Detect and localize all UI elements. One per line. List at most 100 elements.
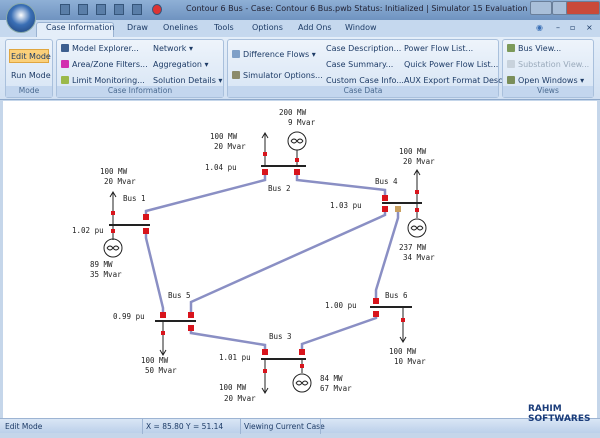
bus-3-name: Bus 3 xyxy=(269,332,292,341)
load-arrow xyxy=(413,169,421,203)
tab-add-ons[interactable]: Add Ons xyxy=(298,23,332,32)
application-menu-button[interactable] xyxy=(6,3,36,33)
load-mvar: 20 Mvar xyxy=(214,142,246,151)
bus-1-name: Bus 1 xyxy=(123,194,146,203)
load-arrow xyxy=(261,132,269,166)
tab-onelines[interactable]: Onelines xyxy=(163,23,198,32)
load-mvar: 20 Mvar xyxy=(403,157,435,166)
bus-2-voltage: 1.04 pu xyxy=(205,163,237,172)
group-case-information: Model Explorer... Area/Zone Filters... L… xyxy=(56,39,224,98)
load-arrow xyxy=(399,307,407,343)
ribbon-close-button[interactable]: × xyxy=(586,23,593,32)
load-mw: 100 MW xyxy=(210,132,238,141)
load-mvar: 20 Mvar xyxy=(104,177,136,186)
title-bar: Contour 6 Bus - Case: Contour 6 Bus.pwb … xyxy=(0,0,600,20)
load-mw: 100 MW xyxy=(141,356,169,365)
load-mvar: 10 Mvar xyxy=(394,357,426,366)
oneline-diagram[interactable]: Bus 1 1.02 pu Bus 2 1.04 pu Bus 5 0.99 p… xyxy=(3,101,597,418)
quick-access-icon[interactable] xyxy=(114,4,124,15)
custom-case-info-button[interactable]: Custom Case Info... xyxy=(326,76,404,85)
bus-5-voltage: 0.99 pu xyxy=(113,312,145,321)
group-label: Mode xyxy=(6,86,52,97)
status-view: Viewing Current Case xyxy=(244,422,325,431)
substation-view-button[interactable]: Substation View... xyxy=(507,60,589,69)
quick-access-icon[interactable] xyxy=(96,4,106,15)
load-arrow xyxy=(261,359,269,394)
bus-4-voltage: 1.03 pu xyxy=(330,201,362,210)
bus-3-voltage: 1.01 pu xyxy=(219,353,251,362)
oneline-canvas[interactable]: Bus 1 1.02 pu Bus 2 1.04 pu Bus 5 0.99 p… xyxy=(3,101,597,418)
bus-6-name: Bus 6 xyxy=(385,291,408,300)
stop-icon[interactable] xyxy=(152,4,162,15)
load-arrow xyxy=(109,191,117,225)
line-bus1-bus5 xyxy=(144,231,165,314)
substation-icon xyxy=(507,60,515,68)
bus-3-name: Bus 5 xyxy=(168,291,191,300)
group-views: Bus View... Substation View... Open Wind… xyxy=(502,39,594,98)
edit-mode-button[interactable]: Edit Mode xyxy=(9,49,51,63)
network-dropdown[interactable]: Network ▾ xyxy=(153,44,193,53)
line-bus5-bus3 xyxy=(189,328,267,352)
aggregation-dropdown[interactable]: Aggregation ▾ xyxy=(153,60,209,69)
line-bus1-bus2 xyxy=(144,172,267,218)
case-description-button[interactable]: Case Description... xyxy=(326,44,401,53)
tab-draw[interactable]: Draw xyxy=(127,23,148,32)
tab-window[interactable]: Window xyxy=(345,23,377,32)
status-coordinates: X = 85.80 Y = 51.14 xyxy=(146,422,224,431)
ribbon-restore-button[interactable]: ▫ xyxy=(570,23,575,32)
watermark-logo: RAHIM SOFTWARES xyxy=(528,404,591,424)
minimize-button[interactable] xyxy=(530,1,552,15)
line-bus2-bus4 xyxy=(295,172,387,197)
line-bus4-bus5 xyxy=(189,210,387,314)
ribbon-minimize-button[interactable]: – xyxy=(556,23,560,32)
limit-monitoring-button[interactable]: Limit Monitoring... xyxy=(61,76,145,85)
options-icon xyxy=(232,71,240,79)
model-explorer-button[interactable]: Model Explorer... xyxy=(61,44,139,53)
load-mvar: 50 Mvar xyxy=(145,366,177,375)
bus-view-button[interactable]: Bus View... xyxy=(507,44,561,53)
ribbon: Edit Mode Run Mode Mode Model Explorer..… xyxy=(0,37,600,100)
gen-mw: 200 MW xyxy=(279,108,307,117)
difference-flows-dropdown[interactable]: Difference Flows ▾ xyxy=(232,50,316,59)
gen-mvar: 35 Mvar xyxy=(90,270,122,279)
gen-mw: 237 MW xyxy=(399,243,427,252)
model-explorer-icon xyxy=(61,44,69,52)
open-windows-dropdown[interactable]: Open Windows ▾ xyxy=(507,76,584,85)
simulator-options-button[interactable]: Simulator Options... xyxy=(232,71,323,80)
quick-access-icon[interactable] xyxy=(60,4,70,15)
tab-options[interactable]: Options xyxy=(252,23,283,32)
gen-mvar: 34 Mvar xyxy=(403,253,435,262)
group-label: Case Data xyxy=(228,86,498,97)
gen-mw: 84 MW xyxy=(320,374,343,383)
breakers[interactable] xyxy=(111,152,419,373)
save-icon[interactable] xyxy=(132,4,142,15)
tab-case-information[interactable]: Case Information xyxy=(46,23,114,32)
aux-export-format-button[interactable]: AUX Export Format Desc... xyxy=(404,76,510,85)
bus-1-voltage: 1.02 pu xyxy=(72,226,104,235)
window-title: Contour 6 Bus - Case: Contour 6 Bus.pwb … xyxy=(186,4,528,13)
power-flow-list-button[interactable]: Power Flow List... xyxy=(404,44,473,53)
gen-mvar: 9 Mvar xyxy=(288,118,316,127)
difference-flows-icon xyxy=(232,50,240,58)
close-button[interactable] xyxy=(566,1,600,15)
solution-details-dropdown[interactable]: Solution Details ▾ xyxy=(153,76,222,85)
help-icon[interactable]: ◉ xyxy=(536,23,543,32)
load-mw: 100 MW xyxy=(219,383,247,392)
area-zone-filters-button[interactable]: Area/Zone Filters... xyxy=(61,60,148,69)
case-summary-button[interactable]: Case Summary... xyxy=(326,60,393,69)
bus-2-name: Bus 2 xyxy=(268,184,291,193)
load-mw: 100 MW xyxy=(399,147,427,156)
quick-power-flow-list-button[interactable]: Quick Power Flow List... xyxy=(404,60,498,69)
line-bus3-bus6 xyxy=(300,314,378,352)
gen-mvar: 67 Mvar xyxy=(320,384,352,393)
group-case-data: Difference Flows ▾ Simulator Options... … xyxy=(227,39,510,98)
gen-mw: 89 MW xyxy=(90,260,113,269)
load-arrow xyxy=(159,321,167,356)
bus-6-voltage: 1.00 pu xyxy=(325,301,357,310)
bus-view-icon xyxy=(507,44,515,52)
quick-access-icon[interactable] xyxy=(78,4,88,15)
line-bus4-bus6 xyxy=(374,210,400,300)
run-mode-button[interactable]: Run Mode xyxy=(11,71,51,80)
tab-tools[interactable]: Tools xyxy=(214,23,234,32)
filter-icon xyxy=(61,60,69,68)
